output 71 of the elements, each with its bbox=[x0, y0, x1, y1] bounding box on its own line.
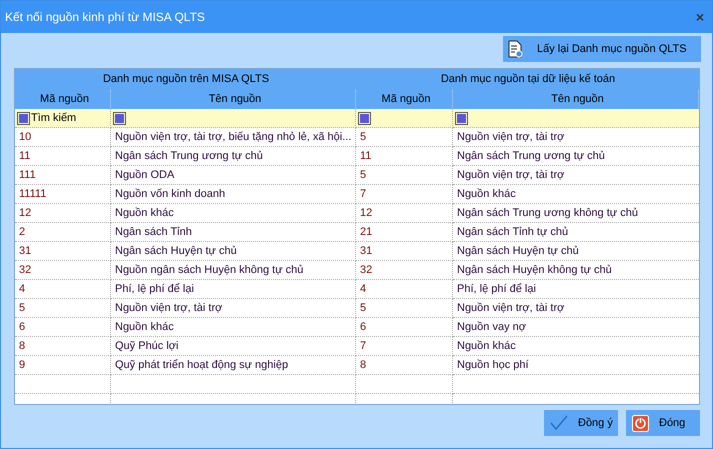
table-cell: 11 bbox=[356, 147, 453, 166]
checkmark-icon bbox=[550, 415, 568, 431]
table-cell: 5 bbox=[356, 299, 453, 318]
window-title: Kết nối nguồn kinh phí từ MISA QLTS bbox=[5, 10, 205, 24]
table-cell: 7 bbox=[356, 185, 453, 204]
table-cell: 11111 bbox=[15, 185, 111, 204]
table-cell: 12 bbox=[356, 204, 453, 223]
table-cell: 12 bbox=[15, 204, 111, 223]
table-cell: Phí, lệ phí để lại bbox=[111, 280, 356, 299]
table-cell: Nguồn vay nợ bbox=[453, 318, 699, 337]
filter-cell[interactable] bbox=[453, 109, 699, 128]
table-cell: Nguồn viện trợ, tài trợ bbox=[453, 299, 699, 318]
table-cell: Nguồn khác bbox=[453, 337, 699, 356]
search-field[interactable]: Tìm kiếm bbox=[30, 112, 110, 124]
table-cell: Nguồn ngân sách Huyện không tự chủ bbox=[111, 261, 356, 280]
table-cell: 10 bbox=[15, 128, 111, 147]
table-cell: Nguồn viện trợ, tài trợ, biếu tặng nhỏ lẻ, xã hội... bbox=[111, 128, 356, 147]
table-cell: 6 bbox=[15, 318, 111, 337]
table-cell: 5 bbox=[356, 128, 453, 147]
table-cell: 4 bbox=[356, 280, 453, 299]
filter-icon[interactable] bbox=[113, 112, 126, 124]
table-cell: 32 bbox=[356, 261, 453, 280]
table-cell: Ngân sách Trung ương tự chủ bbox=[111, 147, 356, 166]
table-cell: 5 bbox=[15, 299, 111, 318]
table-cell: Ngân sách Huyện tự chủ bbox=[453, 242, 699, 261]
table-cell: 9 bbox=[15, 356, 111, 375]
table-cell: 2 bbox=[15, 223, 111, 242]
filter-icon[interactable] bbox=[455, 112, 468, 124]
filter-cell[interactable] bbox=[356, 109, 453, 128]
document-icon bbox=[507, 40, 523, 58]
table-cell: Nguồn viện trợ, tài trợ bbox=[111, 299, 356, 318]
filter-icon[interactable] bbox=[358, 112, 371, 124]
table-cell: Nguồn khác bbox=[453, 185, 699, 204]
table-cell: Ngân sách Tỉnh tự chủ bbox=[453, 223, 699, 242]
table-cell: Quỹ Phúc lợi bbox=[111, 337, 356, 356]
table-cell: Ngân sách Trung ương tự chủ bbox=[453, 147, 699, 166]
table-cell: 8 bbox=[15, 337, 111, 356]
table-cell: 31 bbox=[15, 242, 111, 261]
table-cell: Nguồn ODA bbox=[111, 166, 356, 185]
table-cell: 111 bbox=[15, 166, 111, 185]
filter-cell[interactable] bbox=[111, 109, 356, 128]
table-cell: 5 bbox=[356, 166, 453, 185]
table-cell: Phí, lệ phí để lại bbox=[453, 280, 699, 299]
table-cell: 31 bbox=[356, 242, 453, 261]
table-cell: Ngân sách Huyện tự chủ bbox=[111, 242, 356, 261]
filter-icon[interactable] bbox=[17, 112, 30, 124]
table-cell: Nguồn viện trợ, tài trợ bbox=[453, 166, 699, 185]
power-icon bbox=[632, 414, 649, 432]
group-header: Danh mục nguồn tại dữ liệu kế toán bbox=[440, 72, 616, 87]
ok-button[interactable]: Đồng ý bbox=[544, 410, 618, 436]
table-cell: 7 bbox=[356, 337, 453, 356]
filter-cell[interactable]: Tìm kiếm bbox=[15, 109, 111, 128]
table-cell: 32 bbox=[15, 261, 111, 280]
table-cell: 8 bbox=[356, 356, 453, 375]
table-cell: 6 bbox=[356, 318, 453, 337]
table-cell: 11 bbox=[15, 147, 111, 166]
close-button[interactable]: × bbox=[694, 9, 706, 25]
table-cell: Ngân sách Huyện không tự chủ bbox=[453, 261, 699, 280]
reload-button[interactable]: Lấy lại Danh mục nguồn QLTS bbox=[503, 36, 701, 62]
table-cell: Nguồn học phí bbox=[453, 356, 699, 375]
table-cell: 21 bbox=[356, 223, 453, 242]
table-cell: Nguồn vốn kinh doanh bbox=[111, 185, 356, 204]
group-header: Danh mục nguồn trên MISA QLTS bbox=[102, 72, 270, 87]
table-cell: Ngân sách Tỉnh bbox=[111, 223, 356, 242]
table-cell: Nguồn khác bbox=[111, 318, 356, 337]
table-cell: Ngân sách Trung ương không tự chủ bbox=[453, 204, 699, 223]
table-cell: Quỹ phát triển hoạt động sự nghiệp bbox=[111, 356, 356, 375]
close-button[interactable]: Đóng bbox=[626, 410, 700, 436]
table-cell: 4 bbox=[15, 280, 111, 299]
table-cell: Nguồn viện trợ, tài trợ bbox=[453, 128, 699, 147]
table-cell: Nguồn khác bbox=[111, 204, 356, 223]
